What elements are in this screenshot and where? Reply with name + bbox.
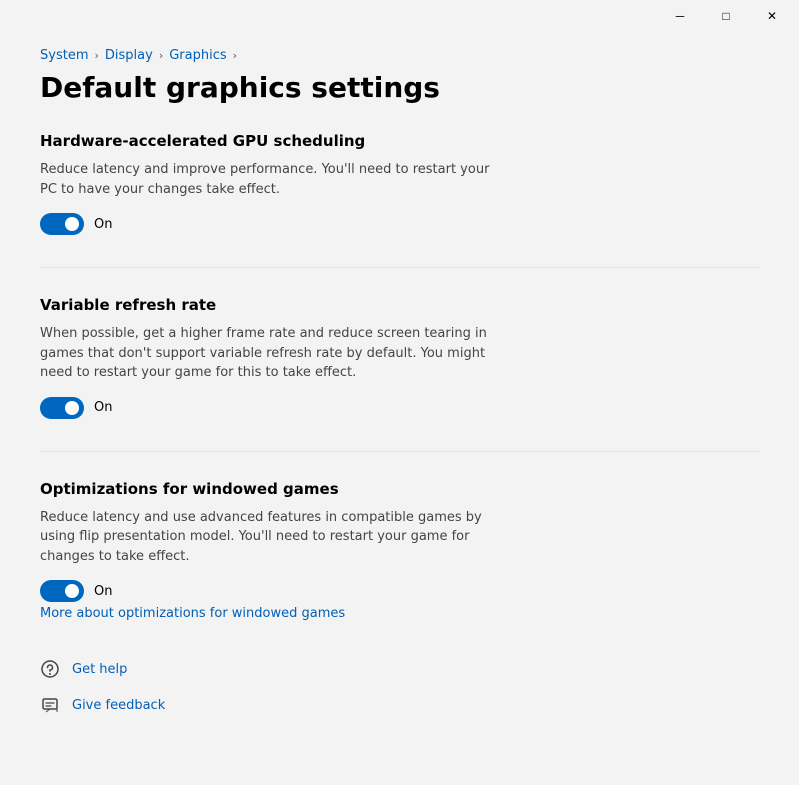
breadcrumb-graphics[interactable]: Graphics [169,48,226,63]
variable-refresh-toggle[interactable] [40,397,84,419]
maximize-button[interactable]: □ [703,0,749,32]
gpu-scheduling-toggle-label: On [94,217,112,232]
main-content: System › Display › Graphics › Default gr… [0,32,799,785]
close-button[interactable]: ✕ [749,0,795,32]
windowed-optimizations-description: Reduce latency and use advanced features… [40,508,500,567]
divider-1 [40,267,759,268]
help-icon [40,659,60,679]
variable-refresh-title: Variable refresh rate [40,296,759,314]
breadcrumb-sep-3: › [233,49,237,62]
section-gpu-scheduling: Hardware-accelerated GPU scheduling Redu… [40,132,759,235]
variable-refresh-toggle-row: On [40,397,759,419]
breadcrumb-sep-1: › [94,49,98,62]
gpu-scheduling-toggle-row: On [40,213,759,235]
page-title: Default graphics settings [40,71,759,104]
gpu-scheduling-title: Hardware-accelerated GPU scheduling [40,132,759,150]
section-windowed-optimizations: Optimizations for windowed games Reduce … [40,480,759,622]
title-bar: ─ □ ✕ [0,0,799,32]
breadcrumb: System › Display › Graphics › [40,48,759,63]
windowed-optimizations-toggle-row: On [40,580,759,602]
footer-links: Get help Give feedback [40,653,759,721]
gpu-scheduling-description: Reduce latency and improve performance. … [40,160,500,199]
get-help-item[interactable]: Get help [40,653,759,685]
variable-refresh-description: When possible, get a higher frame rate a… [40,324,500,383]
windowed-optimizations-toggle[interactable] [40,580,84,602]
give-feedback-item[interactable]: Give feedback [40,689,759,721]
breadcrumb-system[interactable]: System [40,48,88,63]
feedback-icon [40,695,60,715]
breadcrumb-sep-2: › [159,49,163,62]
windowed-optimizations-title: Optimizations for windowed games [40,480,759,498]
gpu-scheduling-toggle[interactable] [40,213,84,235]
divider-2 [40,451,759,452]
windowed-optimizations-toggle-label: On [94,584,112,599]
give-feedback-label: Give feedback [72,698,165,713]
section-variable-refresh: Variable refresh rate When possible, get… [40,296,759,419]
variable-refresh-toggle-label: On [94,400,112,415]
breadcrumb-display[interactable]: Display [105,48,153,63]
get-help-label: Get help [72,662,127,677]
minimize-button[interactable]: ─ [657,0,703,32]
windowed-optimizations-link[interactable]: More about optimizations for windowed ga… [40,606,345,621]
